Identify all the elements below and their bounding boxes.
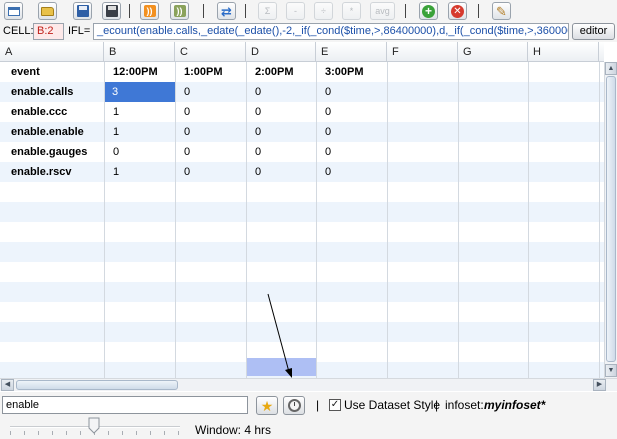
- slider-tick: [24, 431, 25, 435]
- history-button[interactable]: [283, 396, 305, 415]
- slider-tick: [178, 431, 179, 435]
- scroll-left-button[interactable]: ◀: [1, 379, 14, 391]
- toolbar-separator: [478, 4, 479, 18]
- add-button[interactable]: +: [419, 2, 438, 20]
- delete-button[interactable]: ✕: [448, 2, 467, 20]
- save-button[interactable]: [73, 2, 92, 20]
- subtract-button[interactable]: -: [286, 2, 305, 20]
- cell-ref-field[interactable]: B:2: [33, 23, 64, 40]
- scroll-down-button[interactable]: ▼: [605, 364, 617, 377]
- use-dataset-style-label: Use Dataset Style: [344, 398, 441, 412]
- vertical-scroll-thumb[interactable]: [606, 76, 616, 362]
- formula-bar: CELL: B:2 IFL= _ecount(enable.calls,_eda…: [0, 22, 617, 42]
- average-button[interactable]: avg: [370, 2, 395, 20]
- save-icon: [76, 5, 89, 17]
- infoset-label: infoset:: [445, 398, 484, 412]
- new-icon: [7, 6, 20, 16]
- brush-icon: ✎: [496, 3, 507, 19]
- new-button[interactable]: [4, 2, 23, 20]
- slider-tick: [108, 431, 109, 435]
- ifl-label: IFL=: [68, 25, 91, 37]
- spreadsheet-grid[interactable]: A B C D E F G H I event 12:00PM 1:00PM 2…: [0, 42, 604, 378]
- toolbar-separator: [405, 4, 406, 18]
- delete-icon: ✕: [451, 4, 464, 18]
- slider-tick: [66, 431, 67, 435]
- clock-icon: [287, 399, 301, 412]
- refresh-button[interactable]: ⇄: [217, 2, 236, 20]
- bottom-separator: |: [316, 398, 320, 412]
- save-as-icon: [105, 5, 118, 17]
- slider-tick: [10, 431, 11, 435]
- divide-button[interactable]: ÷: [314, 2, 333, 20]
- rss-feed-alt-icon: )): [173, 5, 186, 17]
- multiply-button[interactable]: *: [342, 2, 361, 20]
- annotation-arrow: [267, 293, 292, 378]
- slider-tick: [52, 431, 53, 435]
- window-slider-thumb[interactable]: [88, 417, 100, 434]
- toolbar-separator: [203, 4, 204, 18]
- rss-button[interactable]: )): [140, 2, 159, 20]
- average-icon: avg: [375, 5, 390, 16]
- open-button[interactable]: [38, 2, 57, 20]
- toolbar-separator: [129, 4, 130, 18]
- infoset-value: myinfoset*: [484, 398, 546, 412]
- add-icon: +: [422, 4, 435, 18]
- horizontal-scroll-thumb[interactable]: [16, 380, 178, 390]
- window-label: Window: 4 hrs: [195, 423, 272, 437]
- slider-tick: [80, 431, 81, 435]
- vertical-scrollbar[interactable]: ▲ ▼: [604, 62, 617, 378]
- favorite-button[interactable]: ★: [256, 396, 278, 415]
- slider-tick: [164, 431, 165, 435]
- open-folder-icon: [41, 6, 54, 16]
- star-icon: ★: [260, 397, 274, 414]
- slider-tick: [150, 431, 151, 435]
- save-as-button[interactable]: [102, 2, 121, 20]
- toolbar: )) )) ⇄ Σ - ÷ * avg + ✕ ✎: [0, 0, 617, 22]
- toolbar-separator: [245, 4, 246, 18]
- formula-input[interactable]: _ecount(enable.calls,_edate(_edate(),-2,…: [93, 23, 569, 40]
- refresh-icon: ⇄: [221, 3, 232, 19]
- format-button[interactable]: ✎: [492, 2, 511, 20]
- rss-feed-icon: )): [143, 5, 156, 17]
- slider-tick: [122, 431, 123, 435]
- cell-label: CELL:: [3, 25, 34, 37]
- sum-button[interactable]: Σ: [258, 2, 277, 20]
- divide-icon: ÷: [321, 5, 326, 16]
- use-dataset-style-checkbox[interactable]: ✓: [329, 399, 341, 411]
- search-input[interactable]: [2, 396, 248, 414]
- scroll-right-button[interactable]: ▶: [593, 379, 606, 391]
- bottom-bar: ★ | ✓ Use Dataset Style | infoset: myinf…: [0, 392, 617, 439]
- horizontal-scrollbar[interactable]: ◀ ▶: [0, 378, 617, 391]
- scroll-up-button[interactable]: ▲: [605, 62, 617, 75]
- rss-alt-button[interactable]: )): [170, 2, 189, 20]
- bottom-separator: |: [435, 398, 439, 412]
- editor-button[interactable]: editor: [572, 23, 615, 40]
- subtract-icon: -: [294, 5, 297, 16]
- slider-tick: [38, 431, 39, 435]
- slider-tick: [136, 431, 137, 435]
- sum-icon: Σ: [264, 5, 271, 16]
- multiply-icon: *: [349, 5, 354, 16]
